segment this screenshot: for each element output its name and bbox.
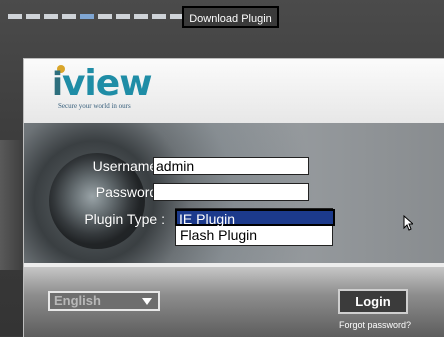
plugin-option-ie[interactable]: IE Plugin — [175, 209, 335, 227]
plugin-type-dropdown[interactable]: IE Plugin Flash Plugin — [175, 208, 335, 246]
page-indicator-dot — [116, 14, 130, 19]
dropdown-arrow-icon — [142, 298, 152, 305]
logo-text: view — [61, 63, 152, 104]
logo-area: iview Secure your world in ours — [24, 59, 444, 123]
page-indicator-dot — [152, 14, 166, 19]
username-label: Username : — [92, 158, 165, 174]
page-indicator-dot — [62, 14, 76, 19]
forgot-password-link[interactable]: Forgot password? — [339, 320, 411, 330]
plugin-type-label: Plugin Type : — [84, 211, 165, 227]
plugin-option-flash[interactable]: Flash Plugin — [178, 227, 334, 244]
brand-tagline: Secure your world in ours — [58, 102, 131, 110]
page-indicator-dot — [134, 14, 148, 19]
login-button[interactable]: Login — [338, 289, 408, 314]
brand-logo: iview — [52, 63, 152, 104]
language-select[interactable]: English — [48, 291, 160, 311]
page-indicator-dot — [44, 14, 58, 19]
username-field[interactable]: admin — [153, 157, 309, 175]
background-left-glow — [0, 140, 24, 270]
page-indicator-dot — [98, 14, 112, 19]
mouse-cursor-icon — [403, 215, 413, 231]
page-indicator-dot — [26, 14, 40, 19]
download-plugin-button[interactable]: Download Plugin — [182, 6, 279, 28]
page-indicator-dot — [8, 14, 22, 19]
page-indicator-dot — [80, 14, 94, 19]
password-label: Password : — [95, 184, 165, 200]
language-selected-value: English — [54, 293, 101, 308]
password-field[interactable] — [153, 183, 309, 201]
logo-prefix: i — [52, 65, 63, 103]
